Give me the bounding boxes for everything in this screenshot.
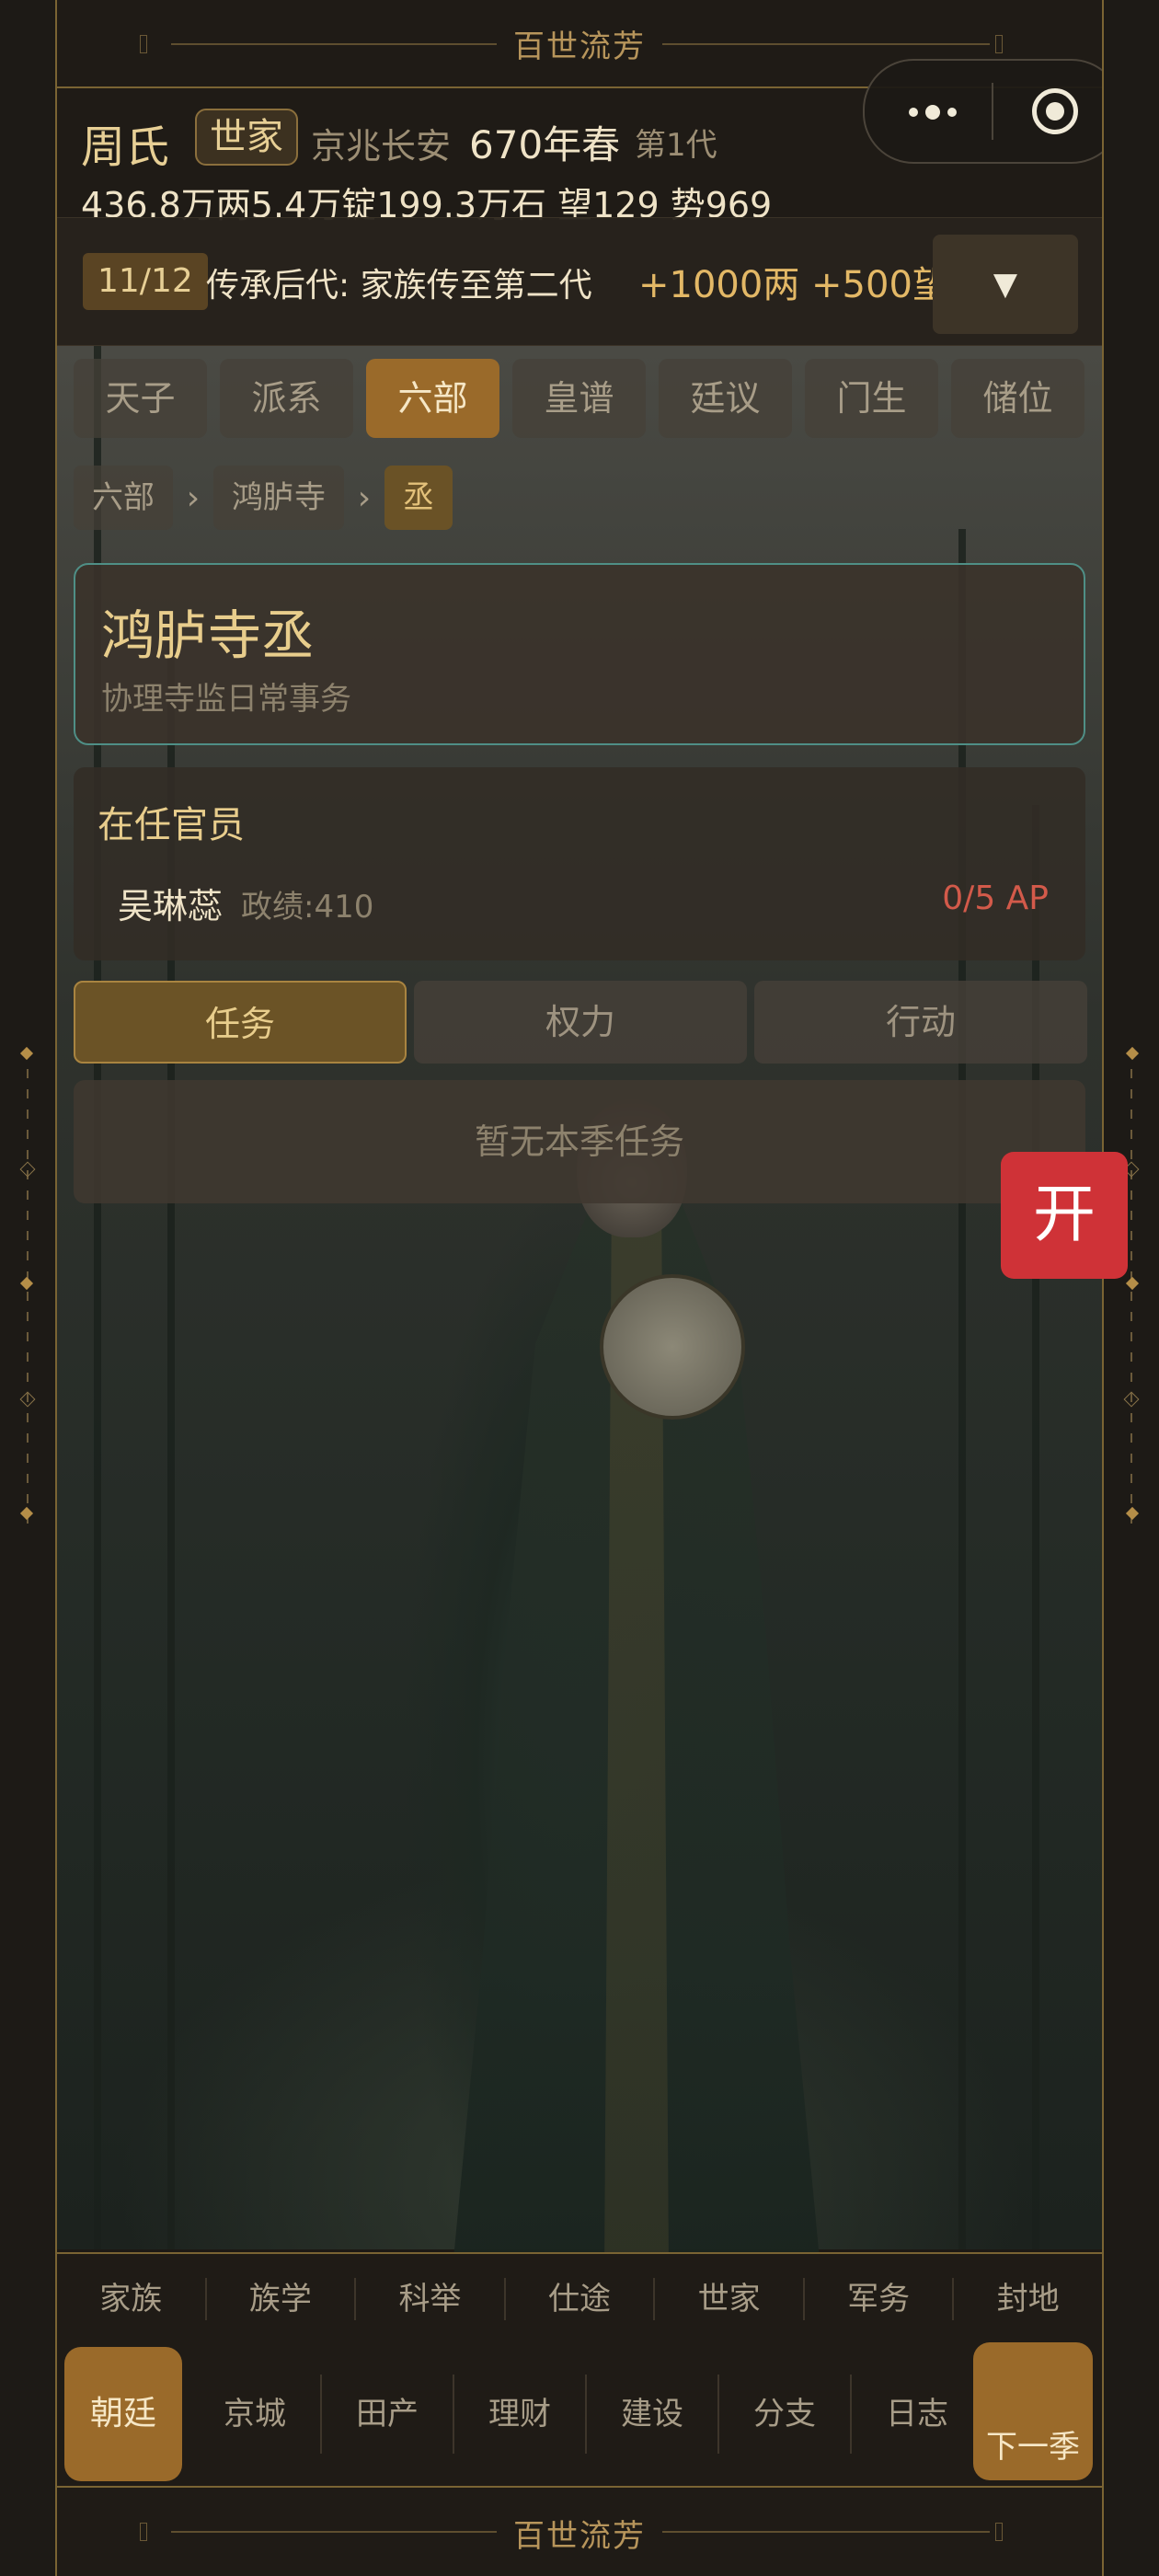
diamond-ornament	[19, 1506, 34, 1521]
nav-build[interactable]: 建设	[585, 2375, 717, 2454]
tab-tianzi[interactable]: 天子	[74, 359, 207, 438]
left-decor-rail	[0, 0, 55, 2576]
office-subtabs: 任务 权力 行动	[74, 981, 1087, 1064]
quest-progress: 11/12	[83, 253, 208, 310]
nav-clan-school[interactable]: 族学	[207, 2278, 357, 2320]
nav-military[interactable]: 军务	[805, 2278, 955, 2320]
office-title: 鸿胪寺丞	[101, 604, 316, 667]
official-ap: 0/5 AP	[942, 880, 1049, 917]
diamond-ornament	[1125, 1276, 1140, 1291]
subtab-tasks[interactable]: 任务	[74, 981, 407, 1064]
holders-title: 在任官员	[98, 804, 245, 846]
empty-tasks-message: 暂无本季任务	[74, 1080, 1085, 1203]
clan-rank-badge: 世家	[195, 109, 298, 166]
breadcrumb-item[interactable]: 六部	[74, 466, 173, 530]
quest-reward: +1000两 +500望	[638, 264, 949, 306]
banner-endcap	[140, 35, 147, 53]
breadcrumb-separator: ›	[357, 478, 372, 517]
official-merit: 政绩:410	[241, 889, 374, 926]
office-holders-panel: 在任官员 吴琳蕊 政绩:410 0/5 AP	[74, 767, 1085, 960]
nav-family[interactable]: 家族	[57, 2278, 207, 2320]
nav-branches[interactable]: 分支	[717, 2375, 850, 2454]
tab-chuwei[interactable]: 储位	[951, 359, 1084, 438]
diamond-ornament	[19, 1391, 36, 1408]
nav-capital[interactable]: 京城	[189, 2375, 320, 2454]
generation-label: 第1代	[635, 127, 717, 164]
tab-huangpu[interactable]: 皇谱	[512, 359, 646, 438]
diamond-ornament	[1123, 1391, 1140, 1408]
diamond-ornament	[19, 1161, 36, 1178]
breadcrumb-item-current[interactable]: 丞	[384, 466, 453, 530]
location-label: 京兆长安	[311, 126, 452, 167]
quest-expand-button[interactable]: ▼	[933, 235, 1078, 334]
court-tabs: 天子 派系 六部 皇谱 廷议 门生 储位	[74, 359, 1084, 438]
bottom-banner: 百世流芳	[57, 2486, 1102, 2576]
close-target-icon[interactable]	[1032, 88, 1078, 134]
capsule-divider	[992, 83, 993, 140]
breadcrumb-item[interactable]: 鸿胪寺	[213, 466, 344, 530]
nav-noble-families[interactable]: 世家	[655, 2278, 805, 2320]
tab-paixi[interactable]: 派系	[220, 359, 353, 438]
game-frame: 百世流芳 周氏 世家 京兆长安 670年春 第1代 436.8万两5.4万锭19…	[55, 0, 1104, 2576]
nav-exam[interactable]: 科举	[356, 2278, 506, 2320]
secondary-nav: 朝廷 京城 田产 理财 建设 分支 日志 下一季	[57, 2342, 1102, 2486]
nav-fief[interactable]: 封地	[954, 2278, 1102, 2320]
clan-name: 周氏	[81, 121, 170, 173]
diamond-ornament	[19, 1046, 34, 1061]
banner-endcap	[140, 2523, 147, 2541]
nav-farmland[interactable]: 田产	[320, 2375, 453, 2454]
quest-text: 传承后代: 家族传至第二代	[206, 267, 592, 305]
tab-tingyi[interactable]: 廷议	[659, 359, 792, 438]
right-decor-rail	[1104, 0, 1159, 2576]
primary-nav: 家族 族学 科举 仕途 世家 军务 封地	[57, 2252, 1102, 2344]
open-floating-button[interactable]: 开	[1001, 1152, 1128, 1279]
nav-log[interactable]: 日志	[850, 2375, 982, 2454]
miniprogram-capsule	[863, 59, 1102, 164]
banner-endcap	[995, 2523, 1003, 2541]
breadcrumb-separator: ›	[186, 478, 201, 517]
diamond-ornament	[1125, 1046, 1140, 1061]
subtab-actions[interactable]: 行动	[754, 981, 1087, 1064]
diamond-ornament	[1125, 1506, 1140, 1521]
office-description: 协理寺监日常事务	[101, 681, 351, 718]
banner-title: 百世流芳	[497, 20, 662, 66]
banner-title: 百世流芳	[497, 2510, 662, 2556]
more-menu-icon[interactable]	[896, 94, 970, 131]
next-season-button[interactable]: 下一季	[973, 2342, 1093, 2480]
breadcrumb: 六部 › 鸿胪寺 › 丞	[74, 466, 453, 530]
office-card: 鸿胪寺丞 协理寺监日常事务	[74, 563, 1085, 745]
tab-mensheng[interactable]: 门生	[805, 359, 938, 438]
banner-endcap	[995, 35, 1003, 53]
tab-liubu[interactable]: 六部	[366, 359, 499, 438]
official-name[interactable]: 吴琳蕊	[118, 878, 223, 928]
subtab-power[interactable]: 权力	[414, 981, 747, 1064]
diamond-ornament	[19, 1276, 34, 1291]
quest-bar: 11/12 传承后代: 家族传至第二代 +1000两 +500望 ▼	[57, 217, 1102, 346]
round-fan	[600, 1274, 745, 1420]
nav-finance[interactable]: 理财	[453, 2375, 585, 2454]
year-label: 670年春	[469, 122, 621, 167]
nav-career[interactable]: 仕途	[506, 2278, 656, 2320]
nav-court[interactable]: 朝廷	[64, 2347, 182, 2481]
